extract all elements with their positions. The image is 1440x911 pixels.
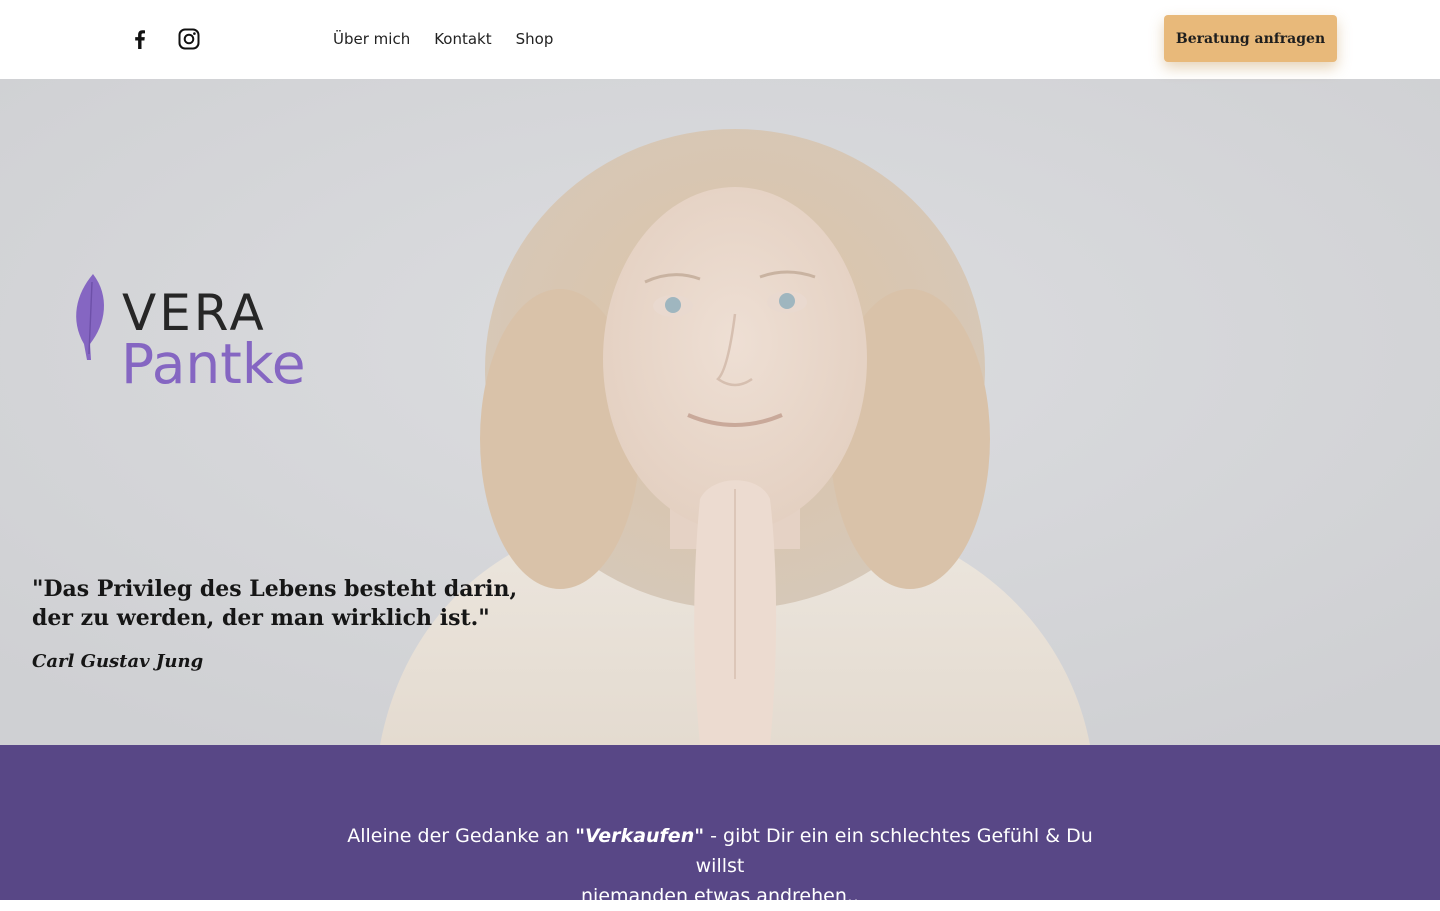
intro-section: Alleine der Gedanke an "Verkaufen" - gib… [0,745,1440,907]
hero-section: VERA Pantke "Das Privileg des Lebens bes… [0,79,1440,745]
intro-text-rest: - gibt Dir ein ein schlechtes Gefühl & D… [695,825,1093,877]
hero-quote-line-1: "Das Privileg des Lebens besteht darin, [32,576,518,602]
intro-text-start: Alleine der Gedanke an [347,825,576,847]
intro-emphasis: "Verkaufen" [575,825,705,847]
consultation-request-button[interactable]: Beratung anfragen [1164,15,1337,62]
hero-quote: "Das Privileg des Lebens besteht darin, … [32,575,552,633]
leaf-icon [76,274,105,360]
instagram-icon[interactable] [177,27,201,51]
nav-item-kontakt[interactable]: Kontakt [434,28,491,50]
facebook-icon[interactable] [128,27,152,51]
hero-portrait-image [0,79,1440,745]
vera-pantke-logo: VERA Pantke [70,272,350,402]
intro-text: Alleine der Gedanke an "Verkaufen" - gib… [320,821,1120,911]
main-nav: Über mich Kontakt Shop [333,28,553,50]
site-header: Über mich Kontakt Shop Beratung anfragen [0,0,1440,79]
intro-text-line-2: niemanden etwas andrehen.. [581,885,859,907]
logo-text-pantke: Pantke [121,332,306,396]
quote-author: Carl Gustav Jung [32,651,204,672]
nav-item-ueber-mich[interactable]: Über mich [333,28,410,50]
nav-item-shop[interactable]: Shop [516,28,554,50]
hero-quote-line-2: der zu werden, der man wirklich ist." [32,605,490,631]
